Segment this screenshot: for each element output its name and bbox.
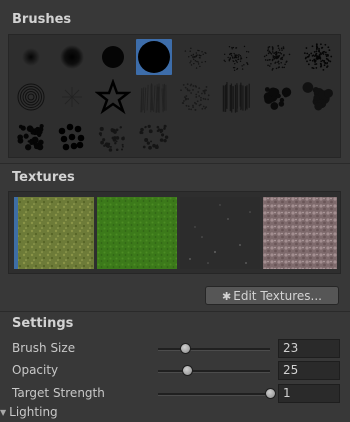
dots-cluster-brush-icon[interactable] <box>54 119 90 155</box>
vertical-strokes-brush-icon[interactable] <box>218 79 254 115</box>
opacity-field[interactable]: 25 <box>278 361 340 380</box>
hard-round-brush-medium-icon[interactable] <box>95 39 131 75</box>
noise-brush-icon[interactable] <box>259 39 295 75</box>
texture-green-grass[interactable] <box>97 197 177 269</box>
textures-panel <box>8 191 341 274</box>
edit-textures-label: Edit Textures... <box>233 289 322 303</box>
hard-round-brush-large-icon[interactable] <box>136 39 172 75</box>
divider <box>0 311 350 312</box>
target-strength-field[interactable]: 1 <box>278 384 340 403</box>
brush-size-slider-knob[interactable] <box>179 343 191 354</box>
star-burst-brush-icon[interactable] <box>54 79 90 115</box>
dense-noise-brush-icon[interactable] <box>300 39 336 75</box>
pebble-texture-image <box>263 197 337 269</box>
textures-title: Textures <box>12 170 75 185</box>
grass-strands-brush-icon[interactable] <box>136 79 172 115</box>
opacity-slider-knob[interactable] <box>182 365 194 376</box>
texture-dark-gravel[interactable] <box>180 197 260 269</box>
texture-grass-dirt[interactable] <box>14 197 94 269</box>
lighting-label: Lighting <box>9 405 58 419</box>
green-grass-texture-image <box>97 197 177 269</box>
lighting-foldout[interactable]: ▼ Lighting <box>0 405 58 419</box>
gear-icon: ✱ <box>222 290 232 303</box>
cross-hatch-brush-icon[interactable] <box>177 79 213 115</box>
opacity-slider-track[interactable] <box>158 370 270 373</box>
divider <box>0 163 350 164</box>
star-outline-brush-icon[interactable] <box>95 79 131 115</box>
brush-size-slider-track[interactable] <box>158 348 270 351</box>
cloud-brush-icon[interactable] <box>300 79 336 115</box>
brush-size-label: Brush Size <box>12 341 76 355</box>
texture-pebbles[interactable] <box>263 197 343 269</box>
target-strength-label: Target Strength <box>12 386 105 400</box>
target-strength-slider-track[interactable] <box>158 393 270 396</box>
soft-round-brush-small-icon[interactable] <box>13 39 49 75</box>
target-strength-slider-knob[interactable] <box>265 388 276 399</box>
splatter-brush-icon[interactable] <box>177 39 213 75</box>
blob-cluster-brush-icon[interactable] <box>259 79 295 115</box>
edit-textures-button[interactable]: ✱ Edit Textures... <box>205 286 339 305</box>
scattered-dots-brush-icon[interactable] <box>95 119 131 155</box>
speckle-brush-icon[interactable] <box>218 39 254 75</box>
brushes-title: Brushes <box>12 12 72 27</box>
rough-blob-brush-icon[interactable] <box>13 119 49 155</box>
dark-gravel-texture-image <box>180 197 260 269</box>
brushes-panel <box>8 34 341 158</box>
brush-size-field[interactable]: 23 <box>278 339 340 358</box>
spiral-brush-icon[interactable] <box>13 79 49 115</box>
scatter-fine-brush-icon[interactable] <box>136 119 172 155</box>
triangle-down-icon: ▼ <box>0 408 7 417</box>
grass-dirt-texture-image <box>14 197 94 269</box>
settings-title: Settings <box>12 316 74 331</box>
soft-round-brush-medium-icon[interactable] <box>54 39 90 75</box>
opacity-label: Opacity <box>12 363 59 377</box>
